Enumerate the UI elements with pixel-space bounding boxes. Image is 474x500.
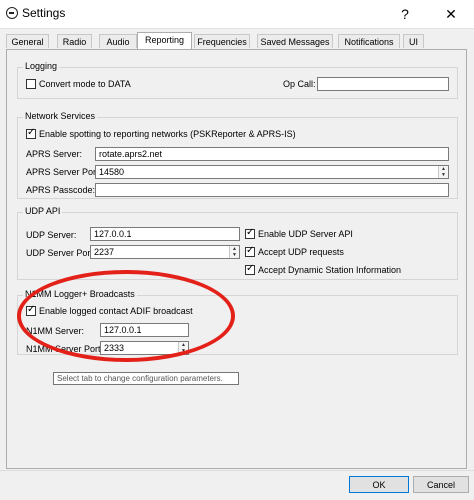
- aprs-server-label: APRS Server:: [26, 149, 83, 159]
- window-title: Settings: [22, 6, 66, 20]
- logging-group: Logging Convert mode to DATA Op Call:: [17, 61, 458, 99]
- aprs-passcode-input[interactable]: [95, 183, 449, 197]
- help-button[interactable]: ?: [382, 0, 428, 28]
- tab-notifications[interactable]: Notifications: [338, 34, 400, 48]
- aprs-port-spinbox[interactable]: 14580 ▲ ▼: [95, 165, 449, 179]
- udp-server-label: UDP Server:: [26, 230, 77, 240]
- enable-udp-api-checkbox[interactable]: [245, 227, 255, 239]
- enable-spotting-label: Enable spotting to reporting networks (P…: [39, 129, 296, 139]
- network-services-group: Network Services Enable spotting to repo…: [17, 111, 458, 199]
- udp-port-spinbox[interactable]: 2237 ▲ ▼: [90, 245, 240, 259]
- udp-port-value: 2237: [94, 247, 115, 257]
- tab-radio[interactable]: Radio: [57, 34, 92, 48]
- accept-dynamic-label: Accept Dynamic Station Information: [258, 265, 402, 275]
- close-button[interactable]: ✕: [428, 0, 474, 28]
- enable-spotting-checkbox[interactable]: [26, 127, 36, 139]
- reporting-panel: Logging Convert mode to DATA Op Call: Ne…: [6, 49, 467, 469]
- spin-arrows-icon[interactable]: ▲ ▼: [178, 342, 188, 354]
- udp-api-group: UDP API UDP Server: 127.0.0.1 UDP Server…: [17, 206, 458, 280]
- n1mm-server-label: N1MM Server:: [26, 326, 85, 336]
- enable-adif-broadcast-label: Enable logged contact ADIF broadcast: [39, 306, 193, 316]
- aprs-port-label: APRS Server Port:: [26, 167, 102, 177]
- udp-api-title: UDP API: [23, 206, 63, 216]
- tab-tooltip: Select tab to change configuration param…: [53, 372, 239, 385]
- tab-reporting[interactable]: Reporting: [137, 32, 192, 49]
- convert-mode-checkbox[interactable]: [26, 79, 36, 89]
- tab-ui[interactable]: UI: [403, 34, 424, 48]
- udp-server-input[interactable]: 127.0.0.1: [90, 227, 240, 241]
- logging-title: Logging: [23, 61, 60, 71]
- tab-general[interactable]: General: [6, 34, 49, 48]
- n1mm-title: N1MM Logger+ Broadcasts: [23, 289, 137, 299]
- cancel-button[interactable]: Cancel: [413, 476, 469, 493]
- network-services-title: Network Services: [23, 111, 98, 121]
- ok-button[interactable]: OK: [349, 476, 409, 493]
- accept-dynamic-checkbox[interactable]: [245, 263, 255, 275]
- aprs-port-value: 14580: [99, 167, 125, 177]
- aprs-passcode-label: APRS Passcode:: [26, 185, 96, 195]
- tab-saved-messages[interactable]: Saved Messages: [257, 34, 333, 48]
- spin-arrows-icon[interactable]: ▲ ▼: [229, 246, 239, 258]
- close-icon: ✕: [445, 6, 457, 22]
- spin-arrows-icon[interactable]: ▲ ▼: [438, 166, 448, 178]
- udp-port-label: UDP Server Port:: [26, 248, 96, 258]
- n1mm-port-value: 2333: [104, 343, 125, 353]
- n1mm-server-input[interactable]: 127.0.0.1: [100, 323, 189, 337]
- n1mm-port-spinbox[interactable]: 2333 ▲ ▼: [100, 341, 189, 355]
- aprs-server-input[interactable]: rotate.aprs2.net: [95, 147, 449, 161]
- n1mm-port-label: N1MM Server Port:: [26, 344, 104, 354]
- accept-udp-requests-checkbox[interactable]: [245, 245, 255, 257]
- tab-audio[interactable]: Audio: [99, 34, 137, 48]
- enable-adif-broadcast-checkbox[interactable]: [26, 304, 36, 316]
- op-call-label: Op Call:: [283, 79, 316, 89]
- n1mm-group: N1MM Logger+ Broadcasts Enable logged co…: [17, 289, 458, 355]
- op-call-input[interactable]: [317, 77, 449, 91]
- tab-frequencies[interactable]: Frequencies: [194, 34, 250, 48]
- accept-udp-requests-label: Accept UDP requests: [258, 247, 344, 257]
- app-icon: [6, 7, 18, 19]
- convert-mode-label: Convert mode to DATA: [39, 79, 131, 89]
- title-bar: Settings ? ✕: [0, 0, 474, 29]
- footer-divider: [0, 470, 474, 471]
- enable-udp-api-label: Enable UDP Server API: [258, 229, 353, 239]
